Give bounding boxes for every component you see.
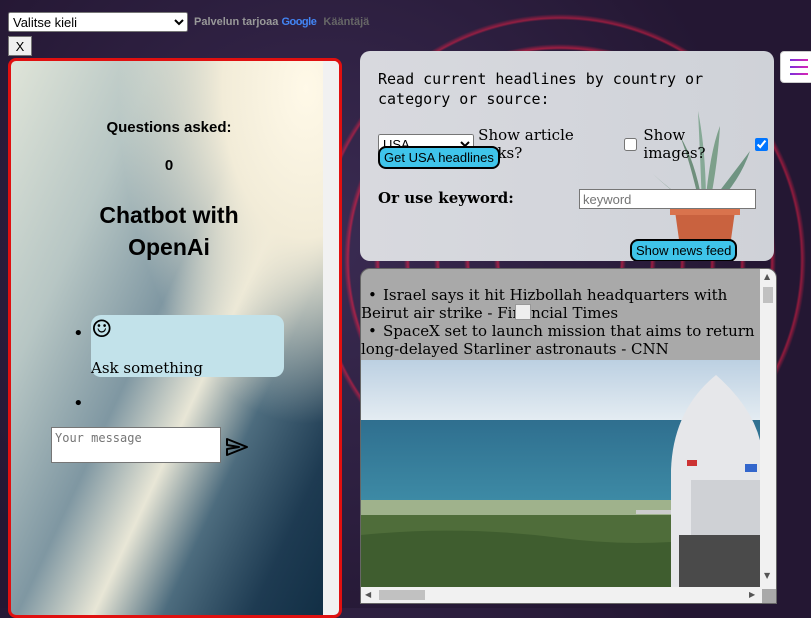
chat-message-bubble: ☺ Ask something (91, 315, 284, 377)
translate-widget: Valitse kieli Palvelun tarjoaa Google Kä… (8, 12, 369, 32)
get-headlines-button[interactable]: Get USA headlines (378, 146, 500, 169)
smiley-icon: ☺ (91, 315, 113, 343)
google-logo-text: Google (281, 16, 317, 28)
news-item-text: Israel says it hit Hizbollah headquarter… (361, 286, 728, 322)
scroll-right-arrow[interactable]: ▶ (749, 590, 755, 599)
hamburger-bar (790, 59, 808, 61)
chatbot-panel: Questions asked: 0 Chatbot with OpenAi •… (8, 58, 342, 618)
send-icon[interactable] (225, 437, 249, 457)
scroll-thumb[interactable] (379, 590, 425, 600)
broken-image-icon (515, 304, 531, 320)
chat-title-line2: OpenAi (128, 234, 210, 260)
language-select[interactable]: Valitse kieli (8, 12, 188, 32)
news-item: • Israel says it hit Hizbollah headquart… (361, 286, 762, 322)
news-feed-list: • Israel says it hit Hizbollah headquart… (361, 269, 762, 358)
show-images-label: Show images? (643, 126, 706, 162)
powered-by-label: Palvelun tarjoaa (194, 16, 279, 28)
menu-hamburger-icon[interactable] (780, 51, 811, 83)
message-input[interactable] (51, 427, 221, 463)
cactus-plant-image (650, 111, 750, 261)
keyword-label: Or use keyword: (378, 189, 514, 207)
scroll-thumb[interactable] (763, 287, 773, 303)
close-button[interactable]: X (8, 36, 32, 56)
news-item: • SpaceX set to launch mission that aims… (361, 322, 762, 358)
show-news-feed-button[interactable]: Show news feed (630, 239, 738, 261)
translate-link[interactable]: Kääntäjä (323, 16, 369, 28)
news-item-text: SpaceX set to launch mission that aims t… (361, 322, 755, 358)
scroll-down-arrow[interactable]: ▼ (764, 571, 770, 580)
list-bullet: • (368, 286, 377, 304)
chat-title-line1: Chatbot with (99, 202, 239, 228)
list-bullet: • (73, 323, 84, 344)
show-links-checkbox[interactable] (624, 137, 638, 151)
list-bullet: • (73, 393, 84, 414)
hamburger-bar (790, 66, 808, 68)
questions-asked-label: Questions asked: (106, 119, 232, 136)
scroll-left-arrow[interactable]: ◀ (365, 590, 371, 599)
hamburger-bar (790, 73, 808, 75)
list-bullet: • (368, 322, 377, 340)
google-logo: Google (281, 16, 316, 28)
scroll-up-arrow[interactable]: ▲ (764, 272, 770, 281)
powered-by-text: Palvelun tarjoaa Google Kääntäjä (194, 16, 369, 28)
questions-count: 0 (164, 157, 174, 174)
news-headline-text: Read current headlines by country or cat… (378, 70, 704, 108)
feed-horizontal-scrollbar[interactable]: ◀ ▶ (361, 587, 762, 603)
greeting-text: Ask something (91, 359, 203, 377)
keyword-input[interactable] (579, 189, 756, 209)
news-feed: • Israel says it hit Hizbollah headquart… (360, 268, 777, 604)
news-controls-card: Read current headlines by country or cat… (360, 51, 774, 261)
starliner-rocket-image (361, 360, 762, 590)
show-images-checkbox[interactable] (755, 137, 768, 151)
feed-vertical-scrollbar[interactable]: ▲ ▼ (760, 269, 776, 589)
chat-title: Chatbot with OpenAi (11, 199, 327, 263)
chat-scrollbar[interactable] (323, 61, 339, 615)
